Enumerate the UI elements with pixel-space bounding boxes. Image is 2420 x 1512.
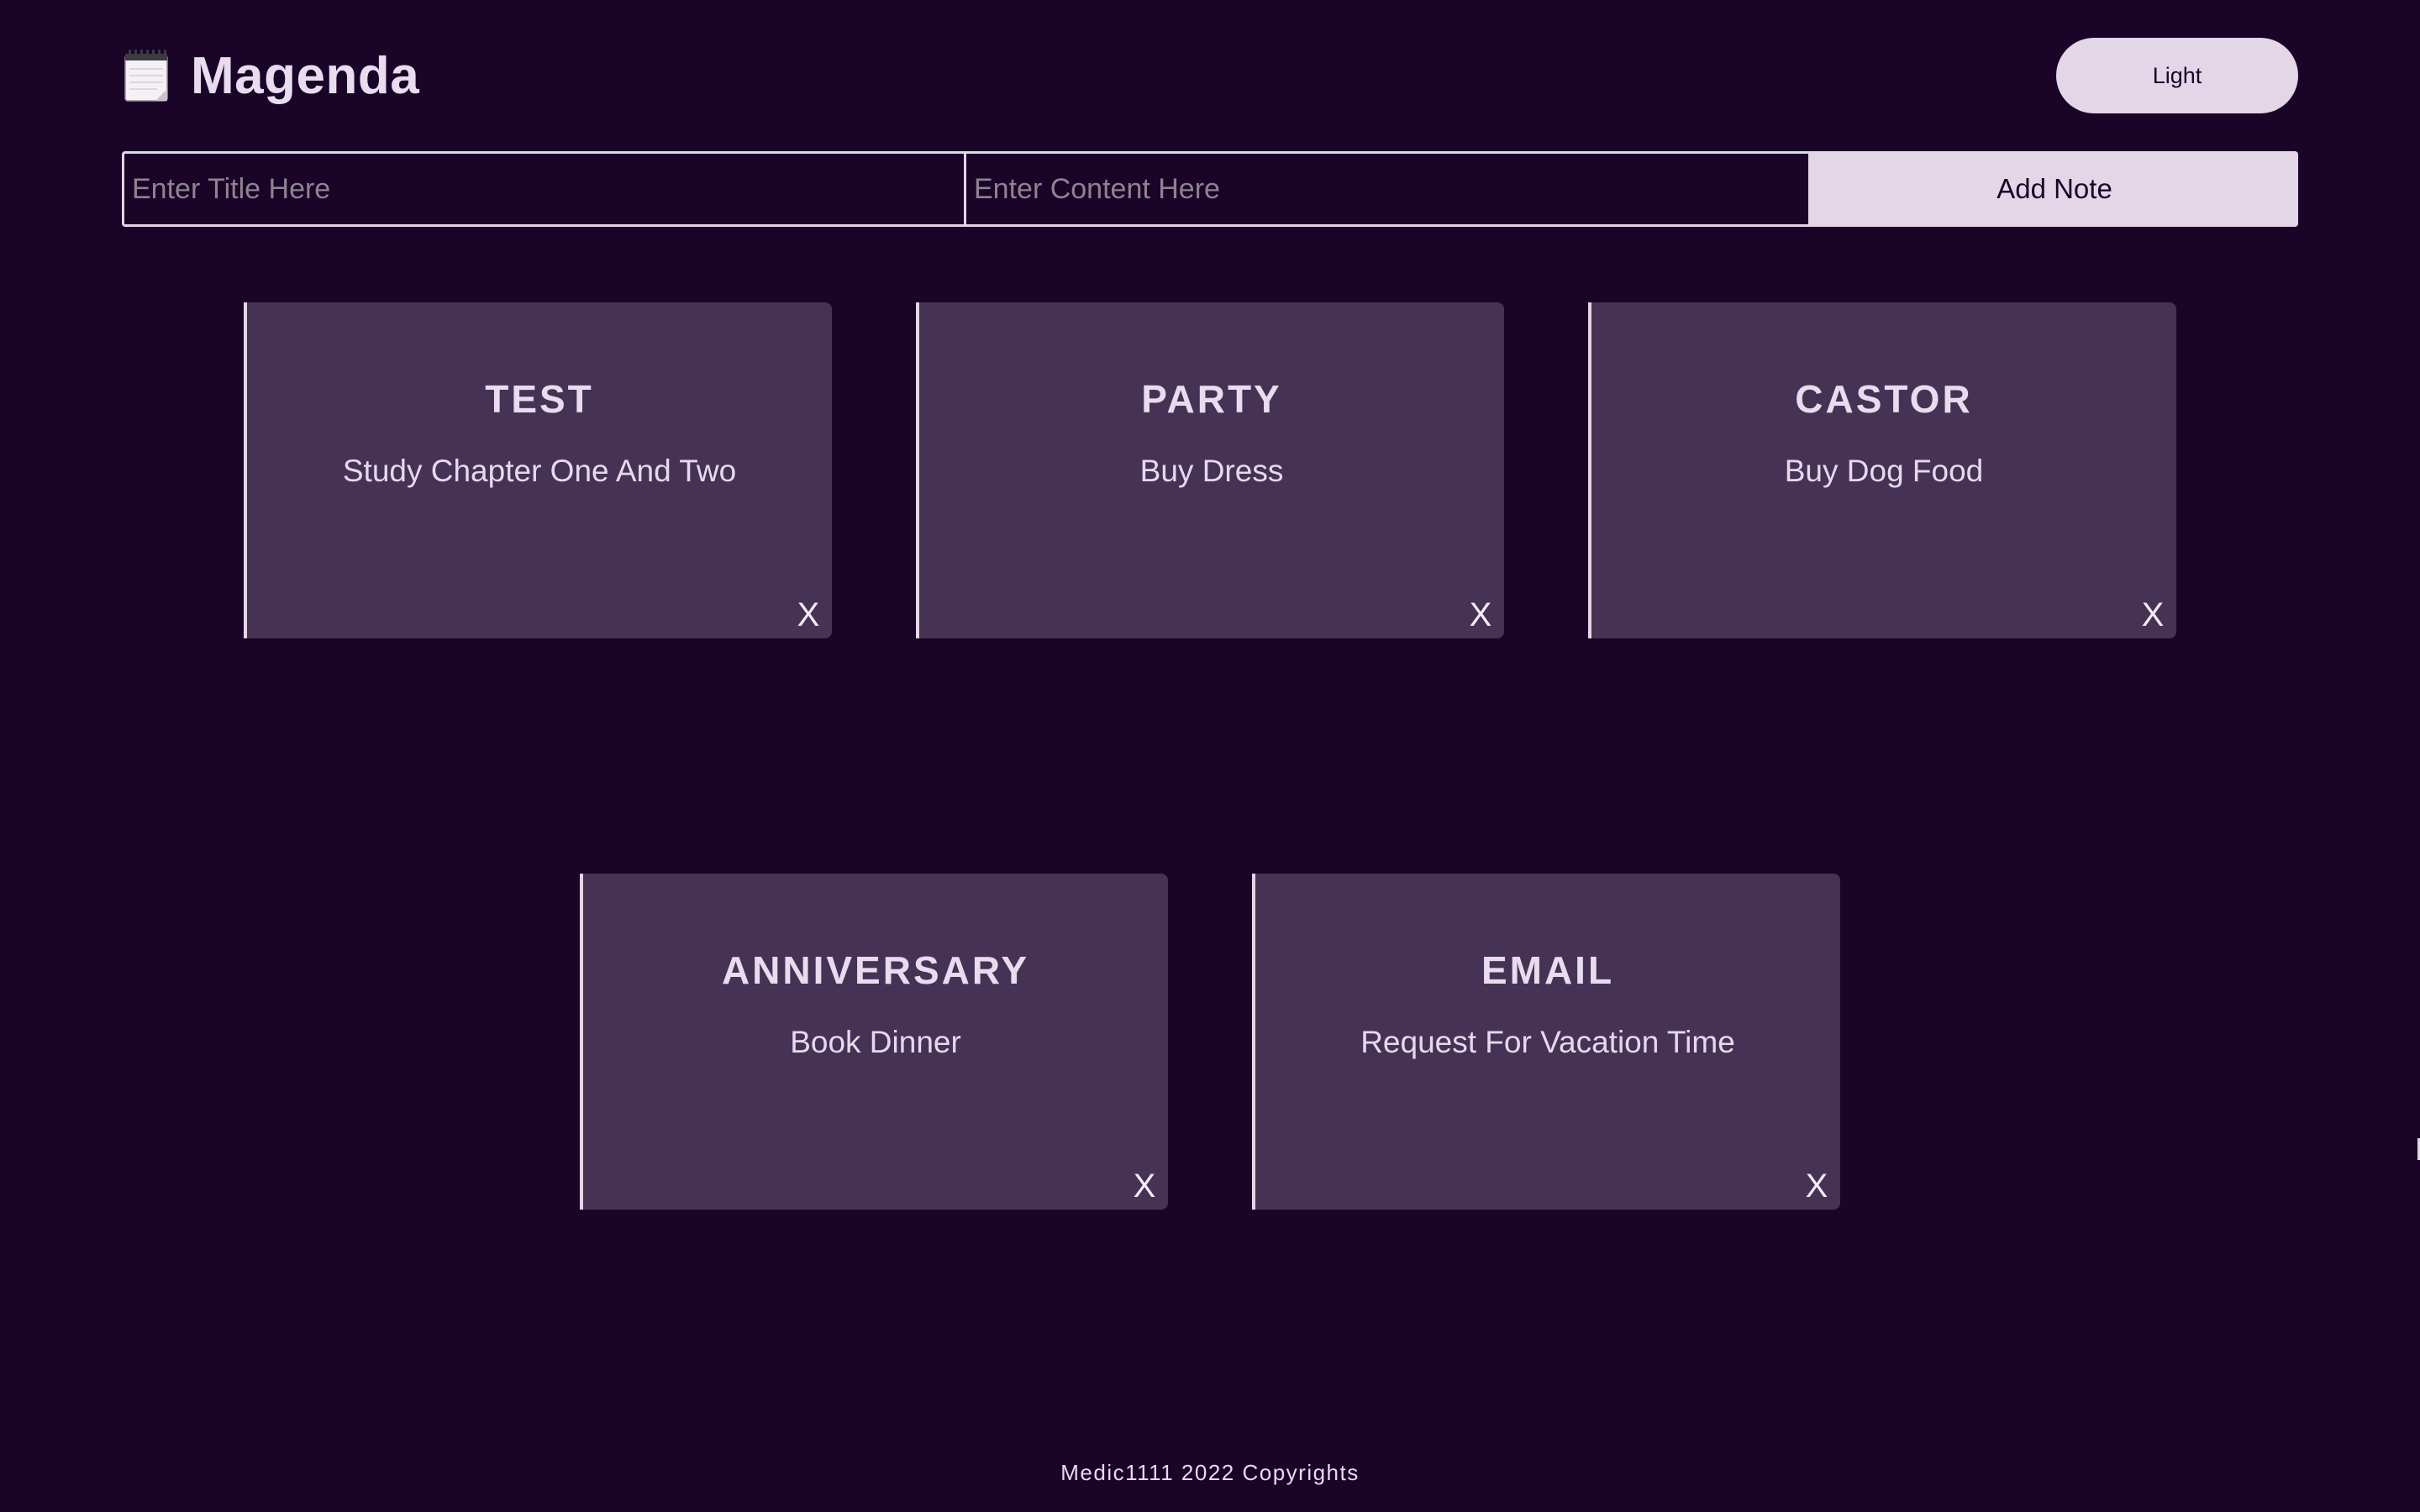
note-content: Request For Vacation Time	[1360, 1025, 1735, 1059]
delete-note-button[interactable]: X	[792, 598, 825, 632]
content-input[interactable]	[966, 151, 1811, 227]
brand: Magenda	[122, 42, 419, 109]
note-content: Buy Dog Food	[1784, 454, 1984, 488]
note-content: Buy Dress	[1139, 454, 1284, 488]
delete-note-button[interactable]: X	[1464, 598, 1497, 632]
footer-copyright: Medic1111 2022 Copyrights	[1060, 1460, 1360, 1485]
note-title: EMAIL	[1481, 948, 1615, 992]
notepad-icon	[122, 49, 172, 102]
delete-note-button[interactable]: X	[1800, 1169, 1833, 1203]
delete-note-button[interactable]: X	[2136, 598, 2170, 632]
title-input[interactable]	[122, 151, 966, 227]
note-card: CASTOR Buy Dog Food X	[1588, 302, 2176, 638]
theme-toggle-button[interactable]: Light	[2056, 38, 2298, 113]
note-title: TEST	[485, 377, 594, 421]
add-note-button[interactable]: Add Note	[1811, 151, 2298, 227]
note-form: Add Note	[122, 151, 2298, 227]
notes-grid: TEST Study Chapter One And Two X PARTY B…	[0, 0, 2420, 1512]
note-card: ANNIVERSARY Book Dinner X	[580, 874, 1168, 1210]
note-title: CASTOR	[1795, 377, 1973, 421]
delete-note-button[interactable]: X	[1128, 1169, 1161, 1203]
note-content: Book Dinner	[790, 1025, 961, 1059]
app-header: Magenda Light	[122, 34, 2298, 118]
note-content: Study Chapter One And Two	[342, 454, 737, 488]
note-title: ANNIVERSARY	[721, 948, 1030, 992]
note-card: TEST Study Chapter One And Two X	[244, 302, 832, 638]
note-card: PARTY Buy Dress X	[916, 302, 1504, 638]
note-title: PARTY	[1141, 377, 1282, 421]
app-title: Magenda	[191, 46, 420, 105]
note-card: EMAIL Request For Vacation Time X	[1252, 874, 1840, 1210]
